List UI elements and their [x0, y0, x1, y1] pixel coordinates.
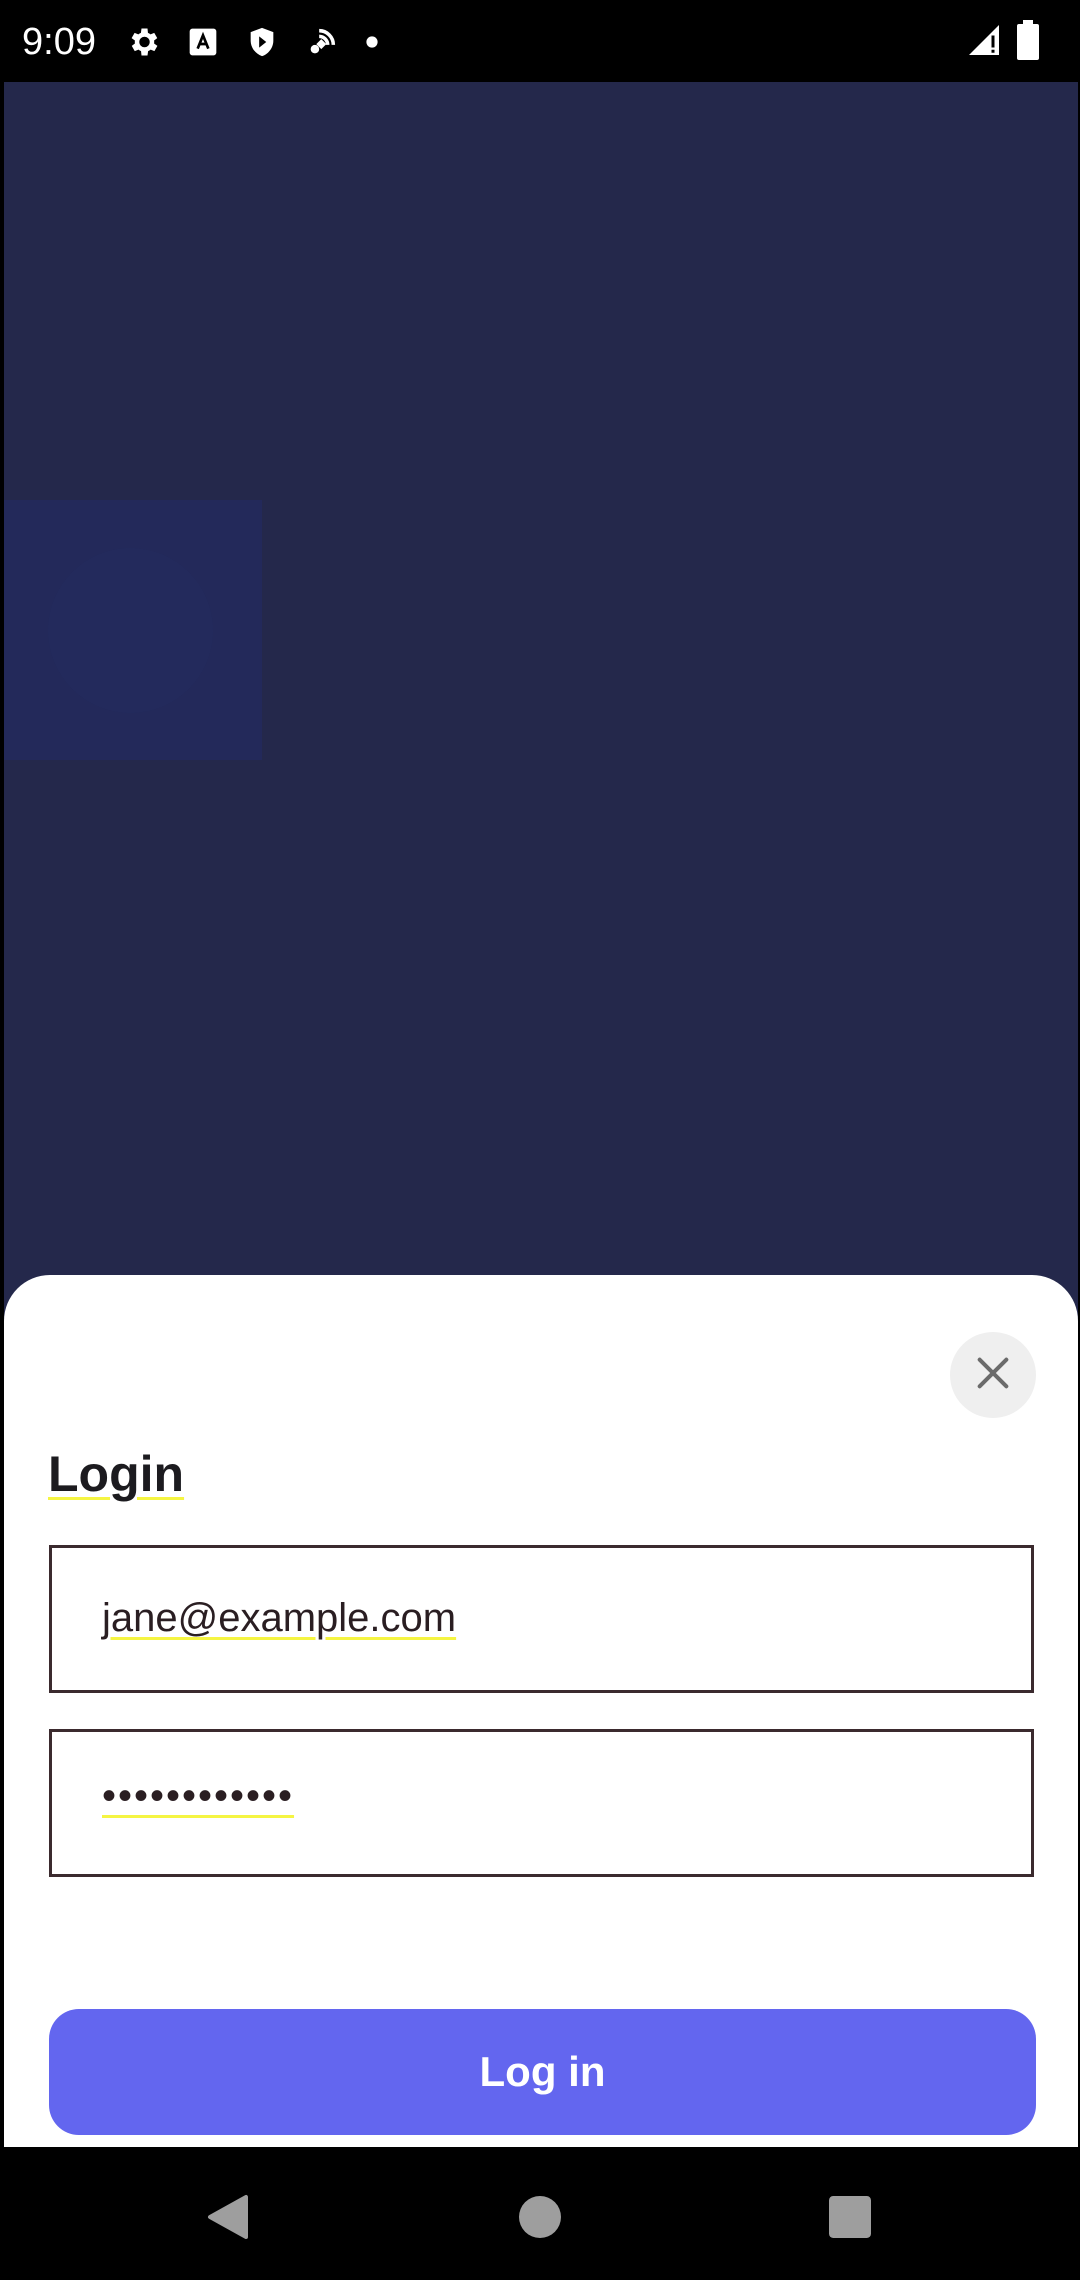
- password-value: ••••••••••••: [102, 1774, 295, 1818]
- dot-icon: [365, 35, 379, 49]
- battery-icon: [1016, 19, 1040, 65]
- font-a-icon: [187, 26, 219, 58]
- status-bar: 9:09: [0, 0, 1080, 82]
- recents-button[interactable]: [820, 2189, 880, 2249]
- close-icon: [973, 1353, 1013, 1398]
- home-icon: [519, 2195, 561, 2243]
- email-value: jane@example.com: [102, 1596, 457, 1640]
- back-icon: [206, 2193, 250, 2246]
- status-time: 9:09: [22, 21, 96, 63]
- login-button-label: Log in: [479, 2048, 606, 2095]
- status-icons-right: [966, 19, 1040, 65]
- password-field[interactable]: ••••••••••••: [49, 1729, 1034, 1877]
- device-screen: 9:09 Login jane@example.com ••••••••••••…: [0, 0, 1080, 2280]
- shield-play-icon: [245, 24, 279, 60]
- recents-icon: [829, 2195, 871, 2243]
- satellite-icon: [305, 25, 339, 59]
- login-button[interactable]: Log in: [49, 2009, 1036, 2135]
- signal-icon: [966, 22, 1002, 63]
- settings-icon: [125, 24, 161, 60]
- background-placeholder-circle: [48, 548, 213, 713]
- navigation-bar: [0, 2147, 1080, 2280]
- status-icons-left: [125, 20, 379, 64]
- close-button[interactable]: [950, 1332, 1036, 1418]
- email-field[interactable]: jane@example.com: [49, 1545, 1034, 1693]
- back-button[interactable]: [198, 2189, 258, 2249]
- home-button[interactable]: [510, 2189, 570, 2249]
- login-title: Login: [48, 1446, 185, 1502]
